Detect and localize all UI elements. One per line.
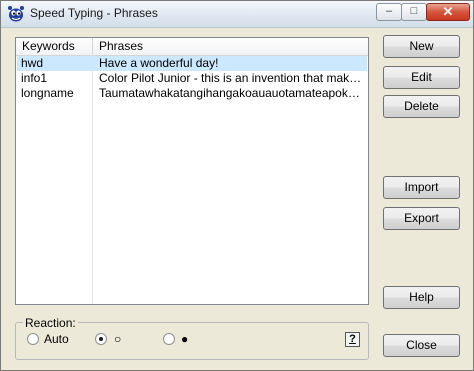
list-row[interactable]: hwd Have a wonderful day!	[17, 56, 367, 71]
radio-auto-label[interactable]: Auto	[44, 332, 69, 346]
keyword-cell: info1	[21, 71, 48, 85]
help-button[interactable]: Help	[383, 286, 460, 309]
minimize-icon: –	[385, 5, 393, 17]
phrases-list[interactable]: Keywords Phrases hwd Have a wonderful da…	[15, 37, 369, 305]
radio-selected-dot	[99, 337, 103, 341]
close-icon: ✕	[442, 4, 454, 19]
reaction-label: Reaction:	[23, 316, 78, 330]
column-header-phrases[interactable]: Phrases	[93, 38, 368, 55]
phrases-dialog: Speed Typing - Phrases – □ ✕ Keywords Ph…	[0, 0, 474, 371]
radio-filled-dot[interactable]	[163, 333, 175, 345]
maximize-icon: □	[410, 5, 418, 17]
window-title: Speed Typing - Phrases	[30, 6, 158, 20]
list-header: Keywords Phrases	[16, 38, 368, 56]
keyword-cell: longname	[21, 86, 74, 100]
export-button[interactable]: Export	[383, 207, 460, 230]
phrase-cell: Have a wonderful day!	[99, 56, 219, 70]
speed-typing-app-icon	[8, 6, 24, 22]
import-button[interactable]: Import	[383, 176, 460, 199]
list-row[interactable]: longname Taumatawhakatangihangakoauauota…	[17, 86, 367, 101]
radio-auto[interactable]	[27, 333, 39, 345]
keyword-cell: hwd	[21, 56, 44, 70]
maximize-button[interactable]: □	[401, 3, 427, 21]
radio-hollow-dot-label[interactable]: ○	[114, 332, 121, 346]
radio-filled-dot-label[interactable]: ●	[181, 332, 188, 346]
edit-button[interactable]: Edit	[383, 66, 460, 89]
title-bar[interactable]: Speed Typing - Phrases – □ ✕	[1, 1, 473, 28]
reaction-help-button[interactable]: ?	[345, 332, 360, 347]
phrase-cell: Taumatawhakatangihangakoauauotamateapoka…	[99, 86, 365, 100]
minimize-button[interactable]: –	[376, 3, 402, 21]
delete-button[interactable]: Delete	[383, 95, 460, 118]
close-button[interactable]: Close	[383, 334, 460, 357]
phrase-cell: Color Pilot Junior - this is an inventio…	[99, 71, 365, 85]
radio-hollow-dot[interactable]	[95, 333, 107, 345]
list-row[interactable]: info1 Color Pilot Junior - this is an in…	[17, 71, 367, 86]
column-header-keywords[interactable]: Keywords	[16, 38, 93, 55]
close-window-button[interactable]: ✕	[426, 3, 470, 21]
new-button[interactable]: New	[383, 35, 460, 58]
